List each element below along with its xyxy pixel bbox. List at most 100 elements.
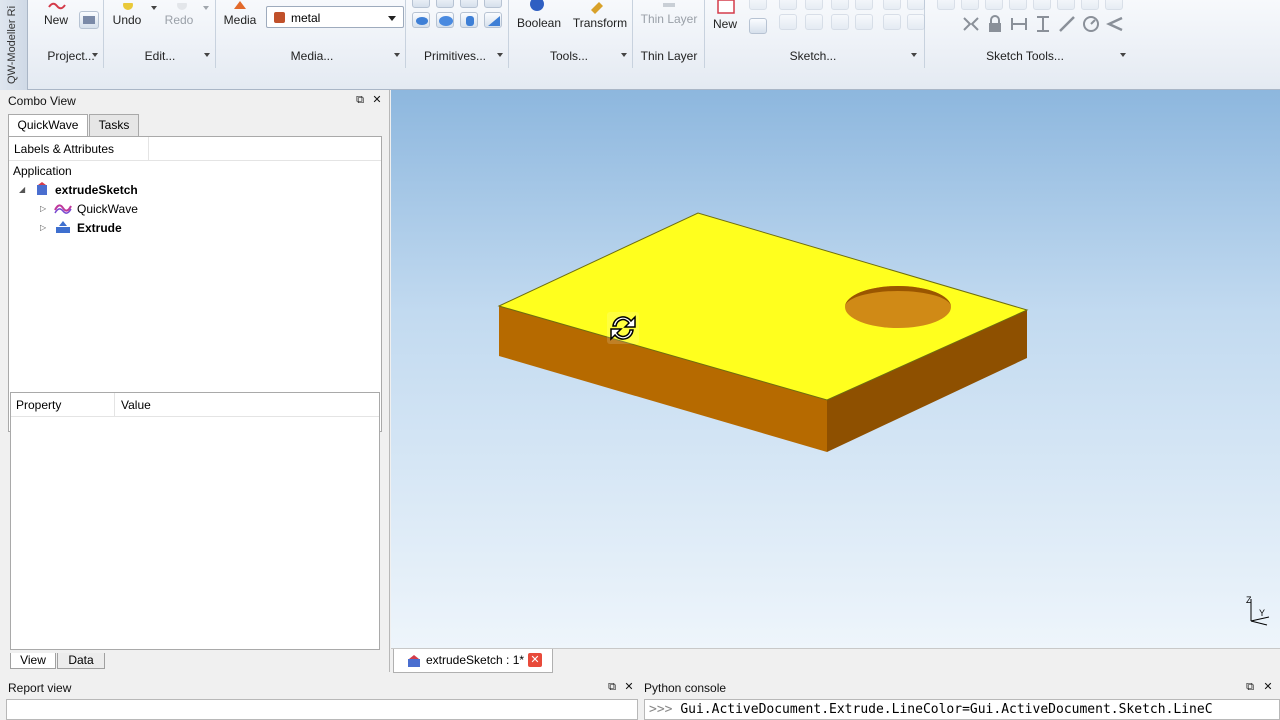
- torus-primitive-icon[interactable]: [412, 12, 430, 28]
- sketch-dropdown-icon[interactable]: [911, 53, 917, 57]
- thin-layer-button-label: Thin Layer: [640, 12, 698, 26]
- edit-dropdown-icon[interactable]: [204, 53, 210, 57]
- lock-icon[interactable]: [985, 14, 1005, 34]
- close-document-icon[interactable]: ✕: [528, 653, 542, 667]
- tree-header: Labels & Attributes: [9, 137, 381, 161]
- sketch-polyline-icon[interactable]: [779, 14, 797, 30]
- undock-icon[interactable]: ⧉: [606, 681, 618, 693]
- cone-primitive-icon[interactable]: [484, 0, 502, 8]
- python-console-input[interactable]: >>> Gui.ActiveDocument.Extrude.LineColor…: [644, 699, 1280, 720]
- sketch-rect-icon[interactable]: [779, 0, 797, 10]
- tab-data[interactable]: Data: [57, 653, 105, 669]
- media-select[interactable]: metal: [266, 6, 404, 28]
- tab-quickwave[interactable]: QuickWave: [8, 114, 88, 137]
- sketch-arc-icon[interactable]: [805, 0, 823, 10]
- project-dropdown-icon[interactable]: [92, 53, 98, 57]
- open-project-icon[interactable]: [79, 11, 99, 29]
- tree-item-quickwave[interactable]: QuickWave: [54, 200, 138, 218]
- quickwave-label: QuickWave: [77, 202, 138, 216]
- tab-view[interactable]: View: [10, 653, 56, 669]
- new-project-button[interactable]: New: [41, 13, 71, 27]
- tools-dropdown-icon[interactable]: [621, 53, 627, 57]
- sketch-fillet-icon[interactable]: [883, 0, 901, 10]
- 3d-viewport[interactable]: Z Y: [391, 90, 1280, 648]
- document-tab[interactable]: extrudeSketch : 1* ✕: [393, 649, 553, 673]
- sketch-tools-dropdown-icon[interactable]: [1120, 53, 1126, 57]
- sketch-polygon-icon[interactable]: [907, 0, 925, 10]
- undo-label: Undo: [112, 13, 142, 27]
- media-group-label[interactable]: Media...: [282, 48, 342, 65]
- sketch-export-icon[interactable]: [749, 18, 767, 34]
- constraint-point-icon[interactable]: [937, 0, 955, 10]
- tree-item-extrude[interactable]: Extrude: [54, 219, 122, 237]
- angle-constraint-icon[interactable]: [1105, 14, 1125, 34]
- new-sketch-button[interactable]: New: [709, 17, 741, 31]
- collapse-triangle-icon[interactable]: ◢: [19, 185, 25, 194]
- close-icon[interactable]: ✕: [623, 681, 635, 693]
- boolean-button[interactable]: Boolean: [513, 16, 565, 30]
- constraint-tangent-icon[interactable]: [1057, 0, 1075, 10]
- tree-item-document[interactable]: extrudeSketch: [35, 181, 138, 199]
- sketch-bspline-icon[interactable]: [805, 14, 823, 30]
- radius-constraint-icon[interactable]: [1081, 14, 1101, 34]
- project-group-label[interactable]: Project...: [43, 48, 99, 65]
- media-dropdown-icon[interactable]: [394, 53, 400, 57]
- sketch-slot-icon[interactable]: [883, 14, 901, 30]
- tab-tasks[interactable]: Tasks: [89, 114, 139, 136]
- sketch-point-icon[interactable]: [831, 14, 849, 30]
- tools-group-label[interactable]: Tools...: [537, 48, 601, 65]
- sketch-dots-icon[interactable]: [907, 14, 925, 30]
- property-column-header[interactable]: Property: [11, 393, 115, 417]
- primitives-group-label[interactable]: Primitives...: [420, 48, 490, 65]
- sphere-primitive-icon[interactable]: [460, 0, 478, 8]
- python-console-title: Python console: [644, 681, 727, 695]
- ribbon-side-tab[interactable]: QW-Modeller Ri: [0, 0, 28, 90]
- transform-icon: [587, 0, 607, 14]
- undock-icon[interactable]: ⧉: [354, 94, 366, 106]
- tube-primitive-icon[interactable]: [460, 12, 478, 28]
- close-icon[interactable]: ✕: [371, 94, 383, 106]
- combo-view-panel: Combo View ⧉ ✕ QuickWave Tasks Labels & …: [0, 90, 390, 672]
- primitives-dropdown-icon[interactable]: [497, 53, 503, 57]
- constraint-parallel-icon[interactable]: [1033, 0, 1051, 10]
- axis-label-z: Z: [1246, 595, 1252, 605]
- constraint-equal-icon[interactable]: [1081, 0, 1099, 10]
- undo-dropdown-icon[interactable]: [151, 6, 157, 10]
- ellipsoid-primitive-icon[interactable]: [436, 12, 454, 28]
- tree-header-labels[interactable]: Labels & Attributes: [9, 137, 149, 161]
- media-button[interactable]: Media: [220, 13, 260, 27]
- constraint-horizontal-icon[interactable]: [1009, 0, 1027, 10]
- undock-icon[interactable]: ⧉: [1244, 681, 1256, 693]
- expand-triangle-icon[interactable]: ▷: [40, 223, 46, 232]
- sketch-group-label[interactable]: Sketch...: [765, 48, 861, 65]
- tree-root-application[interactable]: Application: [13, 162, 72, 180]
- horizontal-distance-icon[interactable]: [1009, 14, 1029, 34]
- report-view-output[interactable]: [6, 699, 638, 720]
- wedge-primitive-icon[interactable]: [484, 12, 502, 28]
- document-tab-icon: [406, 653, 422, 667]
- sketch-circle-icon[interactable]: [831, 0, 849, 10]
- length-constraint-icon[interactable]: [1057, 14, 1077, 34]
- extrude-label: Extrude: [77, 221, 122, 235]
- redo-dropdown-icon[interactable]: [203, 6, 209, 10]
- box-primitive-icon[interactable]: [412, 0, 430, 8]
- constraint-block-icon[interactable]: [961, 14, 981, 34]
- value-column-header[interactable]: Value: [115, 393, 151, 417]
- constraint-perpendicular-icon[interactable]: [985, 0, 1003, 10]
- close-icon[interactable]: ✕: [1262, 681, 1274, 693]
- sketch-tools-group-label[interactable]: Sketch Tools...: [965, 48, 1085, 65]
- redo-button[interactable]: Redo: [162, 13, 196, 27]
- sketch-line-icon[interactable]: [749, 0, 767, 10]
- edit-group-label[interactable]: Edit...: [132, 48, 188, 65]
- expand-triangle-icon[interactable]: ▷: [40, 204, 46, 213]
- sketch-grid-icon[interactable]: [855, 0, 873, 10]
- sketch-trim-icon[interactable]: [855, 14, 873, 30]
- undo-button[interactable]: Undo: [110, 13, 144, 27]
- vertical-distance-icon[interactable]: [1033, 14, 1053, 34]
- cylinder-primitive-icon[interactable]: [436, 0, 454, 8]
- constraint-vertical-icon[interactable]: [961, 0, 979, 10]
- transform-button[interactable]: Transform: [569, 16, 631, 30]
- thin-layer-button[interactable]: Thin Layer: [635, 12, 703, 26]
- constraint-symmetric-icon[interactable]: [1105, 0, 1123, 10]
- document-name: extrudeSketch: [55, 183, 138, 197]
